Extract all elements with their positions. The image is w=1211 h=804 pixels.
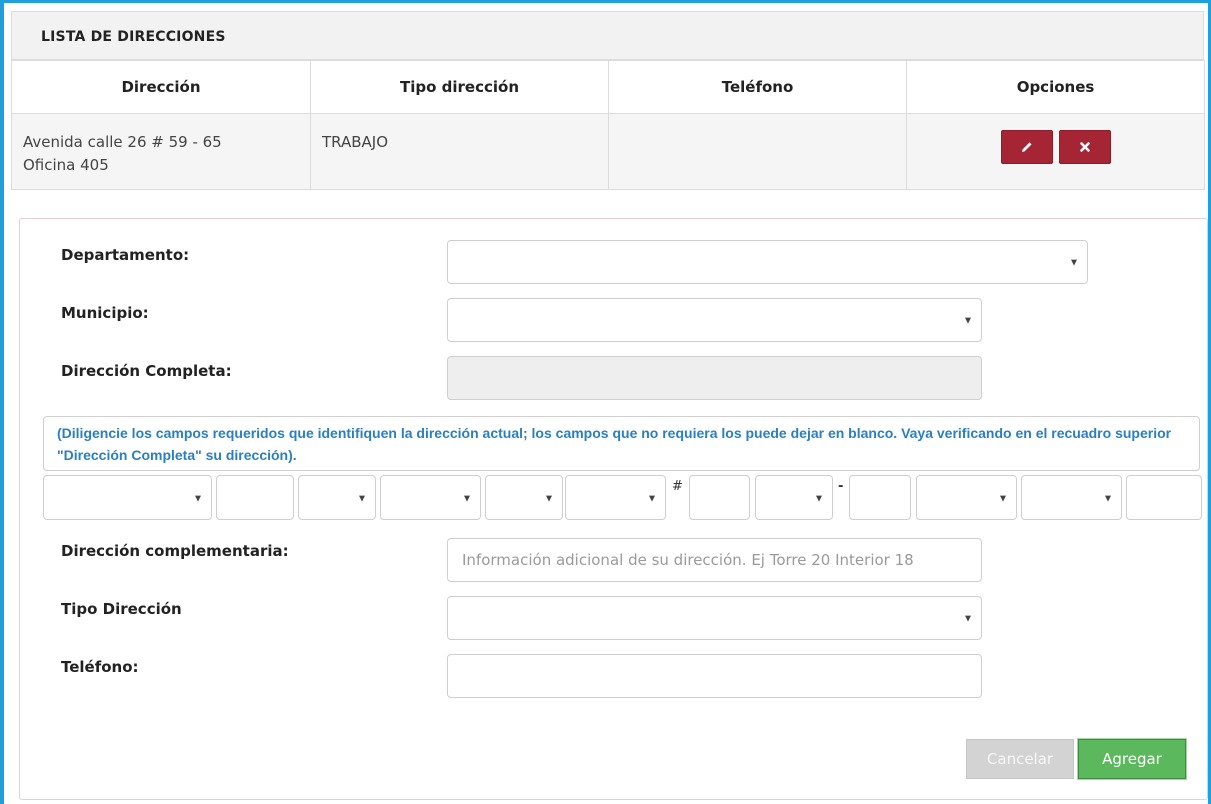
cell-address: Avenida calle 26 # 59 - 65 Oficina 405 bbox=[11, 113, 311, 190]
cancel-button[interactable]: Cancelar bbox=[966, 739, 1074, 779]
chevron-down-icon bbox=[1000, 495, 1006, 502]
municipio-select[interactable] bbox=[447, 298, 982, 342]
address-segment-select-6[interactable] bbox=[755, 475, 833, 520]
address-segment-select-4[interactable] bbox=[485, 475, 563, 520]
edit-button[interactable] bbox=[1000, 130, 1053, 164]
complementaria-input[interactable]: Información adicional de su dirección. E… bbox=[447, 538, 982, 582]
cell-type: TRABAJO bbox=[310, 113, 609, 190]
chevron-down-icon bbox=[1071, 259, 1077, 266]
direccion-completa-label: Dirección Completa: bbox=[61, 362, 232, 380]
chevron-down-icon bbox=[359, 495, 365, 502]
panel-title: LISTA DE DIRECCIONES bbox=[41, 29, 226, 45]
chevron-down-icon bbox=[965, 317, 971, 324]
column-header-tipo: Tipo dirección bbox=[310, 60, 609, 114]
pencil-icon bbox=[1021, 142, 1032, 152]
chevron-down-icon bbox=[816, 495, 822, 502]
table-header-row: Dirección Tipo dirección Teléfono Opcion… bbox=[11, 60, 1205, 114]
table-row: Avenida calle 26 # 59 - 65 Oficina 405 T… bbox=[11, 113, 1205, 190]
column-header-opciones: Opciones bbox=[906, 60, 1205, 114]
chevron-down-icon bbox=[464, 495, 470, 502]
column-header-telefono: Teléfono bbox=[608, 60, 907, 114]
address-segment-select-5[interactable] bbox=[565, 475, 666, 520]
address-segment-select-1[interactable] bbox=[43, 475, 212, 520]
address-segment-select-7[interactable] bbox=[916, 475, 1017, 520]
address-line-2: Oficina 405 bbox=[23, 156, 109, 174]
telefono-input[interactable] bbox=[447, 654, 982, 698]
telefono-label: Teléfono: bbox=[61, 658, 139, 676]
tipo-direccion-select[interactable] bbox=[447, 596, 982, 640]
departamento-select[interactable] bbox=[447, 240, 1088, 284]
dash-symbol: - bbox=[838, 479, 844, 494]
direccion-completa-field bbox=[447, 356, 982, 400]
departamento-label: Departamento: bbox=[61, 246, 190, 264]
panel-header: LISTA DE DIRECCIONES bbox=[11, 11, 1204, 60]
window-frame-left bbox=[0, 0, 4, 804]
address-hint-text: (Diligencie los campos requeridos que id… bbox=[57, 425, 1172, 463]
address-segment-input-4[interactable] bbox=[1126, 475, 1202, 520]
address-segment-select-8[interactable] bbox=[1021, 475, 1122, 520]
chevron-down-icon bbox=[546, 495, 552, 502]
address-segment-select-2[interactable] bbox=[298, 475, 376, 520]
delete-button[interactable] bbox=[1059, 130, 1112, 164]
address-segment-select-3[interactable] bbox=[380, 475, 481, 520]
address-segment-input-3[interactable] bbox=[849, 475, 911, 520]
municipio-label: Municipio: bbox=[61, 304, 149, 322]
address-segment-input-2[interactable] bbox=[689, 475, 750, 520]
times-icon bbox=[1080, 142, 1091, 152]
address-table: Dirección Tipo dirección Teléfono Opcion… bbox=[11, 60, 1205, 190]
tipo-direccion-label: Tipo Dirección bbox=[61, 600, 182, 618]
complementaria-placeholder: Información adicional de su dirección. E… bbox=[462, 551, 914, 569]
address-segment-input-1[interactable] bbox=[216, 475, 294, 520]
column-header-direccion: Dirección bbox=[11, 60, 311, 114]
address-line-1: Avenida calle 26 # 59 - 65 bbox=[23, 133, 222, 151]
add-button[interactable]: Agregar bbox=[1077, 738, 1187, 780]
address-hint-box: (Diligencie los campos requeridos que id… bbox=[43, 416, 1200, 471]
complementaria-label: Dirección complementaria: bbox=[61, 542, 289, 560]
window-frame-top bbox=[0, 0, 1211, 3]
cell-options bbox=[906, 113, 1205, 190]
chevron-down-icon bbox=[649, 495, 655, 502]
hash-symbol: # bbox=[672, 479, 683, 494]
chevron-down-icon bbox=[1105, 495, 1111, 502]
cell-phone bbox=[608, 113, 907, 190]
chevron-down-icon bbox=[965, 615, 971, 622]
chevron-down-icon bbox=[195, 495, 201, 502]
